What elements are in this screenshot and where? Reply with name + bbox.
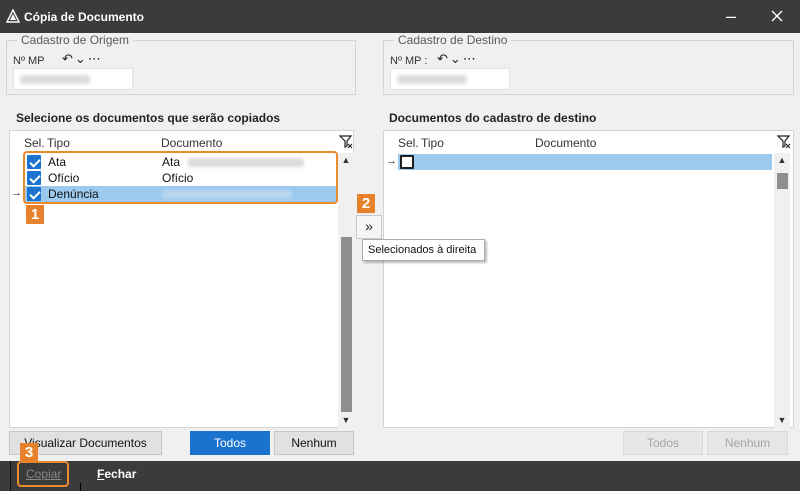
origin-group: Cadastro de Origem Nº MP ↶⌄⋯: [6, 33, 356, 95]
destination-documents-grid: Sel. Tipo Documento → ▲ ▼: [383, 130, 794, 428]
select-none-left-button[interactable]: Nenhum: [274, 431, 354, 455]
move-right-tooltip: Selecionados à direita: [362, 239, 485, 261]
destination-grid-scrollbar[interactable]: ▲ ▼: [774, 153, 790, 428]
scroll-thumb[interactable]: [341, 237, 352, 412]
chevron-down-icon[interactable]: ⌄: [450, 51, 463, 66]
close-icon: [771, 10, 783, 22]
current-row-arrow-icon: →: [386, 155, 397, 167]
scroll-down-icon[interactable]: ▼: [774, 413, 790, 427]
close-button[interactable]: Fechar: [97, 467, 136, 481]
origin-mp-label: Nº MP: [13, 55, 45, 67]
undo-icon[interactable]: ↶: [62, 51, 75, 66]
step-3-badge: 3: [20, 443, 38, 462]
select-all-left-button[interactable]: Todos: [190, 431, 270, 455]
col-tipo[interactable]: Tipo: [421, 136, 444, 150]
double-chevron-right-icon: »: [365, 218, 373, 234]
col-documento[interactable]: Documento: [535, 136, 596, 150]
step-1-badge: 1: [26, 205, 44, 224]
app-logo-icon: [6, 9, 20, 23]
right-panel-title: Documentos do cadastro de destino: [389, 111, 597, 125]
destination-mp-input[interactable]: [390, 68, 510, 90]
footer-bar: Copiar Fechar: [0, 461, 800, 491]
origin-legend: Cadastro de Origem: [17, 33, 134, 47]
rows-highlight: [23, 151, 338, 204]
scroll-thumb[interactable]: [777, 173, 788, 189]
select-none-right-button[interactable]: Nenhum: [707, 431, 788, 455]
minimize-icon: –: [725, 6, 736, 26]
more-icon[interactable]: ⋯: [463, 51, 478, 66]
current-row-arrow-icon: →: [11, 187, 22, 199]
filter-icon[interactable]: [777, 135, 791, 149]
table-row-new[interactable]: [398, 154, 772, 170]
chevron-down-icon[interactable]: ⌄: [75, 51, 88, 66]
select-all-right-button[interactable]: Todos: [623, 431, 703, 455]
col-sel[interactable]: Sel.: [24, 136, 45, 150]
origin-mp-input[interactable]: [13, 68, 133, 90]
col-sel[interactable]: Sel.: [398, 136, 419, 150]
col-documento[interactable]: Documento: [161, 136, 222, 150]
scroll-up-icon[interactable]: ▲: [774, 153, 790, 167]
scroll-up-icon[interactable]: ▲: [338, 153, 354, 167]
scroll-down-icon[interactable]: ▼: [338, 413, 354, 427]
title-bar: Cópia de Documento –: [0, 0, 800, 33]
destination-mp-label: Nº MP :: [390, 55, 428, 67]
window-title: Cópia de Documento: [24, 10, 145, 24]
row-checkbox[interactable]: [400, 155, 414, 169]
origin-mp-actions: ↶⌄⋯: [62, 51, 103, 67]
col-tipo[interactable]: Tipo: [47, 136, 70, 150]
more-icon[interactable]: ⋯: [88, 51, 103, 66]
focus-line: [10, 461, 11, 491]
footer-separator: [80, 483, 81, 491]
move-selected-right-button[interactable]: »: [356, 215, 382, 239]
destination-mp-actions: ↶⌄⋯: [437, 51, 478, 67]
minimize-button[interactable]: –: [708, 0, 754, 33]
undo-icon[interactable]: ↶: [437, 51, 450, 66]
left-panel-title: Selecione os documentos que serão copiad…: [16, 111, 281, 125]
close-button-label: echar: [104, 467, 137, 481]
source-grid-scrollbar[interactable]: ▲ ▼: [338, 153, 354, 428]
step-2-badge: 2: [357, 194, 375, 213]
filter-icon[interactable]: [339, 135, 353, 149]
copy-highlight: [17, 461, 69, 487]
destination-group: Cadastro de Destino Nº MP : ↶⌄⋯: [383, 33, 794, 95]
destination-legend: Cadastro de Destino: [394, 33, 512, 47]
close-window-button[interactable]: [754, 0, 800, 33]
